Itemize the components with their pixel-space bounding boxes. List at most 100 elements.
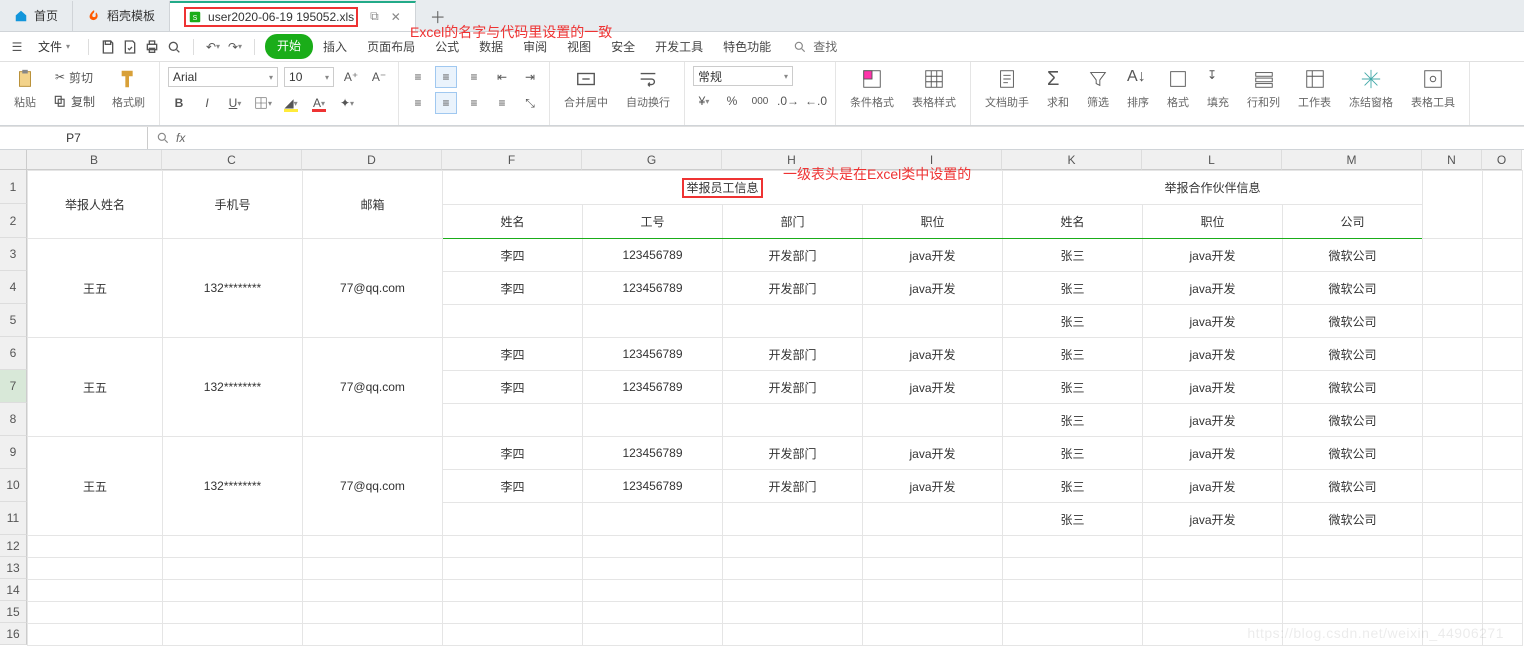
name-box[interactable]: P7 [0,127,148,149]
doc-helper-button[interactable]: 文档助手 [979,66,1035,112]
cell[interactable] [1283,602,1423,624]
cell[interactable]: java开发 [1143,404,1283,437]
currency-button[interactable]: ¥▾ [693,90,715,112]
cell[interactable] [303,558,443,580]
cell[interactable]: 张三 [1003,437,1143,470]
cell[interactable] [28,558,163,580]
col-header-D[interactable]: D [302,150,442,170]
cell[interactable] [1423,536,1483,558]
col-header-C[interactable]: C [162,150,302,170]
cell[interactable] [1483,470,1523,503]
cell[interactable]: 姓名 [1003,205,1143,239]
percent-button[interactable]: % [721,90,743,112]
cell[interactable] [303,624,443,646]
cell[interactable]: java开发 [1143,239,1283,272]
cell[interactable] [1423,305,1483,338]
cell[interactable] [163,580,303,602]
sort-button[interactable]: A↓排序 [1121,66,1155,112]
cell[interactable]: 王五 [28,338,163,437]
cell[interactable] [1423,580,1483,602]
cell[interactable] [443,602,583,624]
cell[interactable]: 部门 [723,205,863,239]
table-tools-button[interactable]: 表格工具 [1405,66,1461,112]
cell[interactable]: java开发 [863,470,1003,503]
fx-icon[interactable]: fx [176,131,185,145]
cell[interactable]: 微软公司 [1283,371,1423,404]
cell[interactable] [863,305,1003,338]
align-bottom-button[interactable]: ≡ [463,66,485,88]
cell[interactable] [1143,536,1283,558]
cell[interactable] [1483,272,1523,305]
undo-icon[interactable]: ↶▾ [204,38,222,56]
formula-input[interactable] [191,131,1516,145]
indent-decrease-button[interactable]: ⇤ [491,66,513,88]
cell[interactable]: 123456789 [583,272,723,305]
cell[interactable] [1003,536,1143,558]
hamburger-icon[interactable]: ☰ [8,38,26,56]
cell[interactable] [1483,239,1523,272]
cell[interactable]: 132******** [163,437,303,536]
cell[interactable]: 李四 [443,470,583,503]
cell[interactable]: 职位 [1143,205,1283,239]
cell[interactable]: 张三 [1003,338,1143,371]
cell[interactable] [583,558,723,580]
cell[interactable] [163,624,303,646]
cell[interactable]: 手机号 [163,171,303,239]
tab-doke[interactable]: 稻壳模板 [73,1,170,31]
cell[interactable]: 张三 [1003,305,1143,338]
table-style-button[interactable]: 表格样式 [906,66,962,112]
cell[interactable] [1143,558,1283,580]
row-header-4[interactable]: 4 [0,271,27,304]
cell[interactable]: 李四 [443,338,583,371]
cell[interactable] [1003,624,1143,646]
indent-increase-button[interactable]: ⇥ [519,66,541,88]
comma-button[interactable]: 000 [749,90,771,112]
row-header-16[interactable]: 16 [0,623,27,645]
cell[interactable]: java开发 [1143,272,1283,305]
cell[interactable] [443,558,583,580]
cell[interactable] [1423,404,1483,437]
tab-active-file[interactable]: S user2020-06-19 195052.xls ⧉ ✕ [170,1,416,31]
cell[interactable]: 开发部门 [723,437,863,470]
font-size-select[interactable]: 10▾ [284,67,334,87]
cell[interactable] [583,536,723,558]
cell[interactable] [723,305,863,338]
cell[interactable] [1483,305,1523,338]
cell[interactable] [1143,602,1283,624]
cell[interactable] [1283,536,1423,558]
number-format-select[interactable]: 常规▾ [693,66,793,86]
cell[interactable]: 132******** [163,338,303,437]
cell[interactable]: 王五 [28,239,163,338]
cell[interactable] [1423,437,1483,470]
cell[interactable] [583,624,723,646]
cell[interactable] [1483,338,1523,371]
increase-decimal-button[interactable]: .0→ [777,90,799,112]
cell[interactable] [163,536,303,558]
cell[interactable]: 微软公司 [1283,305,1423,338]
col-header-L[interactable]: L [1142,150,1282,170]
cell[interactable]: java开发 [1143,305,1283,338]
cell[interactable]: 123456789 [583,239,723,272]
cell[interactable]: 职位 [863,205,1003,239]
border-button[interactable]: ▾ [252,92,274,114]
cell[interactable]: java开发 [863,239,1003,272]
cell[interactable]: 张三 [1003,272,1143,305]
cell[interactable]: 张三 [1003,503,1143,536]
cell[interactable]: 李四 [443,437,583,470]
col-header-M[interactable]: M [1282,150,1422,170]
row-header-2[interactable]: 2 [0,204,27,238]
save-as-icon[interactable] [121,38,139,56]
font-color-button[interactable]: A▾ [308,92,330,114]
save-icon[interactable] [99,38,117,56]
cell[interactable] [583,580,723,602]
cell[interactable] [1283,580,1423,602]
cell[interactable] [1143,580,1283,602]
cell[interactable]: 123456789 [583,371,723,404]
cell[interactable]: 微软公司 [1283,338,1423,371]
cell[interactable]: 132******** [163,239,303,338]
cell[interactable] [1283,558,1423,580]
cell[interactable] [723,503,863,536]
wrap-text-button[interactable]: 自动换行 [620,66,676,112]
cell[interactable] [1423,272,1483,305]
select-all-corner[interactable] [0,150,27,170]
